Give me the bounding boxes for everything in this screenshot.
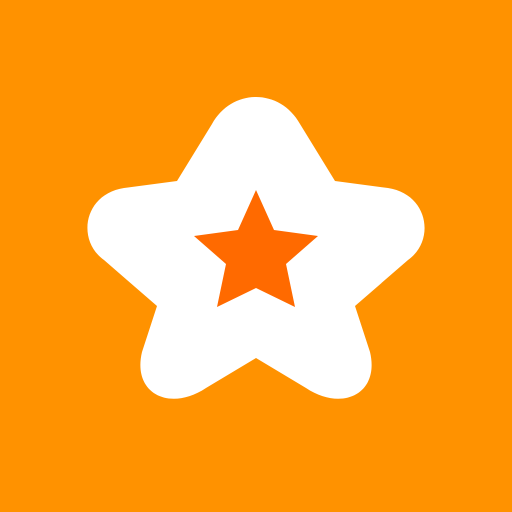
app-icon xyxy=(0,0,512,512)
star-icon xyxy=(0,0,512,512)
